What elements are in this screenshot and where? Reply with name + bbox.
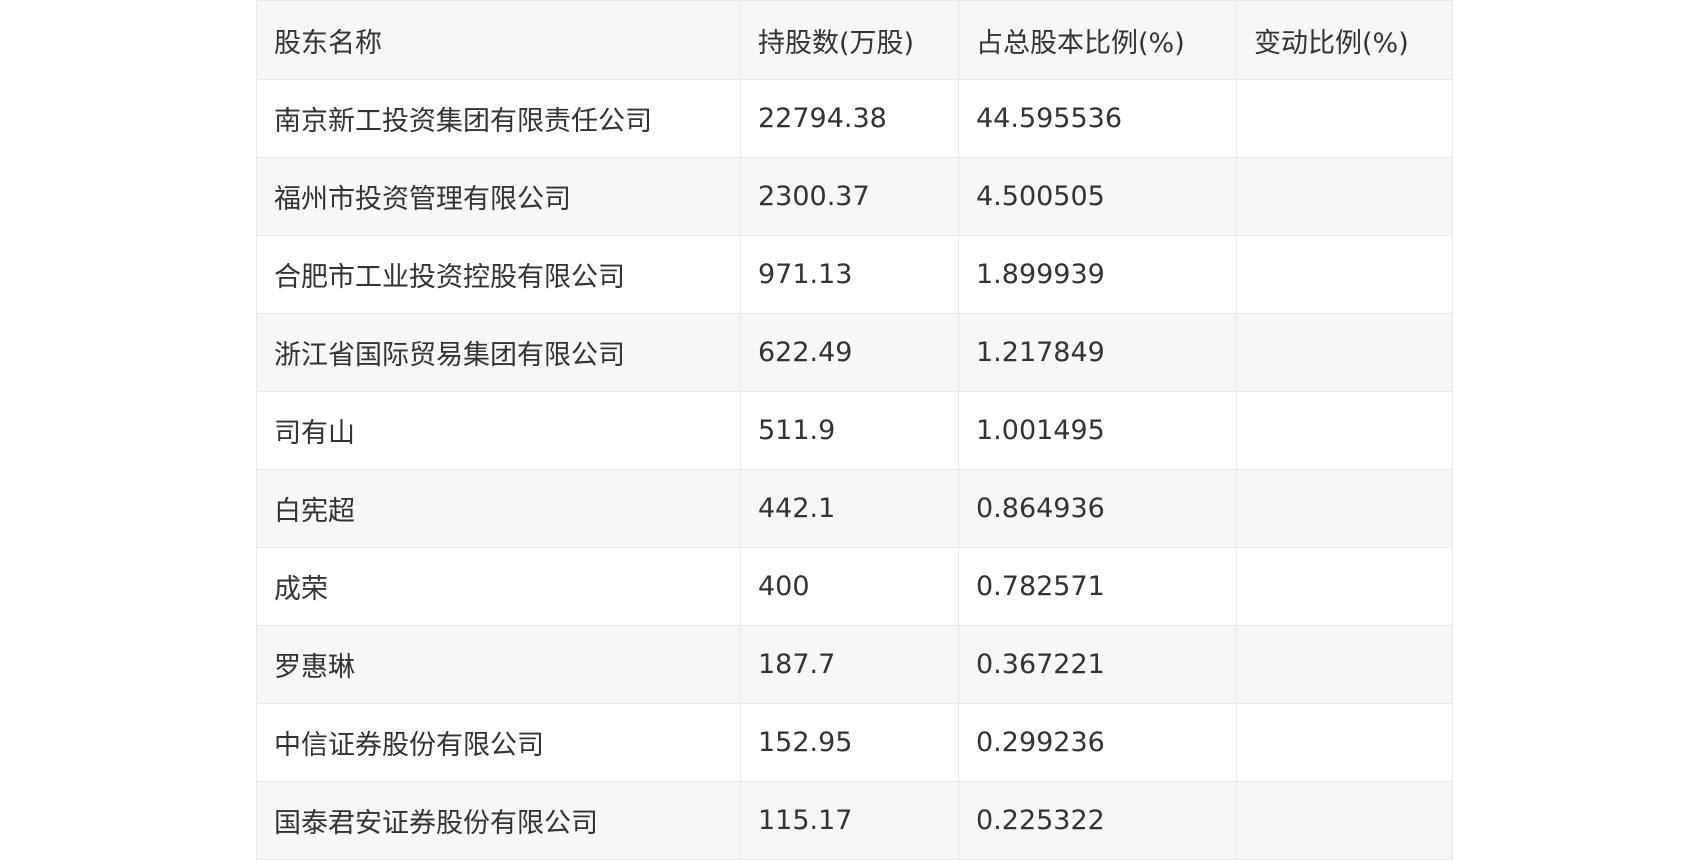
cell-share-ratio: 0.225322 (958, 781, 1237, 860)
cell-share-ratio: 44.595536 (958, 79, 1237, 158)
cell-share-ratio: 1.001495 (958, 391, 1237, 470)
cell-shareholder-name: 南京新工投资集团有限责任公司 (256, 79, 741, 158)
table-row: 福州市投资管理有限公司 2300.37 4.500505 (256, 157, 1453, 236)
cell-change-ratio (1236, 469, 1453, 548)
header-change-ratio: 变动比例(%) (1236, 0, 1453, 80)
cell-shareholder-name: 罗惠琳 (256, 625, 741, 704)
table-row: 中信证券股份有限公司 152.95 0.299236 (256, 703, 1453, 782)
cell-share-ratio: 4.500505 (958, 157, 1237, 236)
cell-change-ratio (1236, 703, 1453, 782)
cell-change-ratio (1236, 313, 1453, 392)
cell-shareholder-name: 司有山 (256, 391, 741, 470)
table-row: 国泰君安证券股份有限公司 115.17 0.225322 (256, 781, 1453, 860)
cell-shares-held: 511.9 (740, 391, 959, 470)
cell-share-ratio: 0.864936 (958, 469, 1237, 548)
cell-shareholder-name: 福州市投资管理有限公司 (256, 157, 741, 236)
cell-shares-held: 115.17 (740, 781, 959, 860)
cell-change-ratio (1236, 157, 1453, 236)
header-shareholder-name: 股东名称 (256, 0, 741, 80)
cell-share-ratio: 0.367221 (958, 625, 1237, 704)
shareholder-table: 股东名称 持股数(万股) 占总股本比例(%) 变动比例(%) 南京新工投资集团有… (256, 0, 1453, 860)
header-share-ratio: 占总股本比例(%) (958, 0, 1237, 80)
header-shares-held: 持股数(万股) (740, 0, 959, 80)
cell-shareholder-name: 合肥市工业投资控股有限公司 (256, 235, 741, 314)
table-row: 司有山 511.9 1.001495 (256, 391, 1453, 470)
cell-shares-held: 22794.38 (740, 79, 959, 158)
cell-shares-held: 442.1 (740, 469, 959, 548)
cell-shareholder-name: 白宪超 (256, 469, 741, 548)
cell-shares-held: 2300.37 (740, 157, 959, 236)
table-row: 浙江省国际贸易集团有限公司 622.49 1.217849 (256, 313, 1453, 392)
table-header: 股东名称 持股数(万股) 占总股本比例(%) 变动比例(%) (256, 0, 1453, 80)
table-row: 成荣 400 0.782571 (256, 547, 1453, 626)
cell-share-ratio: 0.299236 (958, 703, 1237, 782)
cell-change-ratio (1236, 547, 1453, 626)
cell-shares-held: 152.95 (740, 703, 959, 782)
table-row: 南京新工投资集团有限责任公司 22794.38 44.595536 (256, 79, 1453, 158)
header-row: 股东名称 持股数(万股) 占总股本比例(%) 变动比例(%) (256, 0, 1453, 80)
table-row: 合肥市工业投资控股有限公司 971.13 1.899939 (256, 235, 1453, 314)
cell-change-ratio (1236, 781, 1453, 860)
table-row: 罗惠琳 187.7 0.367221 (256, 625, 1453, 704)
cell-shares-held: 187.7 (740, 625, 959, 704)
cell-change-ratio (1236, 625, 1453, 704)
table-row: 白宪超 442.1 0.864936 (256, 469, 1453, 548)
cell-shares-held: 971.13 (740, 235, 959, 314)
cell-shares-held: 400 (740, 547, 959, 626)
table-body: 南京新工投资集团有限责任公司 22794.38 44.595536 福州市投资管… (256, 79, 1453, 860)
shareholder-table-container: 股东名称 持股数(万股) 占总股本比例(%) 变动比例(%) 南京新工投资集团有… (256, 0, 1453, 860)
cell-shares-held: 622.49 (740, 313, 959, 392)
cell-shareholder-name: 中信证券股份有限公司 (256, 703, 741, 782)
cell-shareholder-name: 浙江省国际贸易集团有限公司 (256, 313, 741, 392)
cell-change-ratio (1236, 235, 1453, 314)
cell-shareholder-name: 国泰君安证券股份有限公司 (256, 781, 741, 860)
cell-share-ratio: 1.899939 (958, 235, 1237, 314)
cell-share-ratio: 1.217849 (958, 313, 1237, 392)
cell-change-ratio (1236, 79, 1453, 158)
cell-share-ratio: 0.782571 (958, 547, 1237, 626)
cell-shareholder-name: 成荣 (256, 547, 741, 626)
cell-change-ratio (1236, 391, 1453, 470)
